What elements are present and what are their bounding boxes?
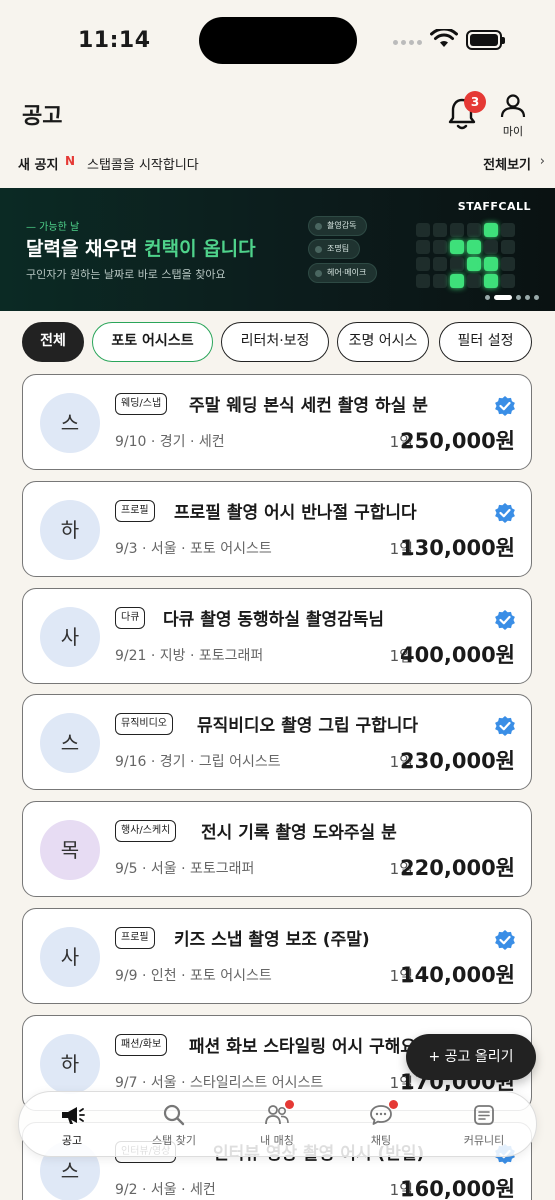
filter-all[interactable]: 전체 [22, 322, 84, 362]
job-meta: 9/3 · 서울 · 포토 어시스트 [115, 541, 272, 557]
job-card[interactable]: 사 다큐 다큐 촬영 동행하실 촬영감독님 9/21 · 지방 · 포토그래퍼 … [22, 588, 532, 684]
view-all-link[interactable]: 전체보기 [483, 154, 531, 173]
category-tag: 패션/화보 [115, 1034, 168, 1056]
avatar: 스 [40, 713, 100, 773]
tab-label: 채팅 [370, 1134, 392, 1147]
verified-icon [495, 930, 515, 950]
job-title: 다큐 촬영 동행하실 촬영감독님 [163, 610, 385, 630]
job-title: 키즈 스냅 촬영 보조 (주말) [174, 930, 370, 950]
banner-headline: 달력을 채우면 컨택이 옵니다 [26, 238, 256, 260]
pay-amount: 400,000원 [400, 643, 515, 667]
my-page-button[interactable]: 마이 [496, 94, 530, 139]
post-job-button[interactable]: + 공고 올리기 [406, 1034, 536, 1080]
job-title: 프로필 촬영 어시 반나절 구합니다 [174, 503, 417, 523]
avatar: 목 [40, 820, 100, 880]
banner-tag: — 가능한 날 [26, 222, 80, 233]
category-tag: 웨딩/스냅 [115, 393, 168, 415]
avatar: 하 [40, 500, 100, 560]
new-dot [285, 1100, 294, 1109]
banner-subtitle: 구인자가 원하는 날짜로 바로 스탭을 찾아요 [26, 268, 226, 281]
verified-icon [495, 610, 515, 630]
avatar: 사 [40, 607, 100, 667]
search-icon [163, 1104, 185, 1126]
banner-chip: 촬영감독 [308, 216, 368, 236]
verified-icon [495, 716, 515, 736]
tab-chat[interactable]: 채팅 [331, 1100, 431, 1148]
avatar: 사 [40, 927, 100, 987]
verified-icon [495, 503, 515, 523]
brand-logo: STAFFCALL [457, 200, 531, 213]
calendar-grid-icon [416, 223, 536, 303]
banner-pager[interactable] [485, 295, 539, 300]
pay-amount: 250,000원 [400, 429, 515, 453]
banner-chip: 조명팀 [308, 239, 361, 259]
verified-icon [495, 396, 515, 416]
avatar: 하 [40, 1034, 100, 1094]
job-card[interactable]: 스 웨딩/스냅 주말 웨딩 본식 세컨 촬영 하실 분 9/10 · 경기 · … [22, 374, 532, 470]
category-tag: 뮤직비디오 [115, 713, 173, 735]
chevron-right-icon: › [539, 154, 545, 169]
job-meta: 9/9 · 인천 · 포토 어시스트 [115, 968, 272, 984]
job-meta: 9/5 · 서울 · 포토그래퍼 [115, 861, 255, 877]
category-tag: 다큐 [115, 607, 146, 629]
status-bar: 11:14 [0, 0, 555, 82]
signal-icon [393, 40, 422, 45]
app-header: 공고 3 마이 [0, 82, 555, 146]
job-meta: 9/10 · 경기 · 세컨 [115, 434, 225, 450]
job-card[interactable]: 목 행사/스케치 전시 기록 촬영 도와주실 분 9/5 · 서울 · 포토그래… [22, 801, 532, 897]
job-card[interactable]: 스 뮤직비디오 뮤직비디오 촬영 그립 구합니다 9/16 · 경기 · 그립 … [22, 694, 532, 790]
category-tag: 프로필 [115, 500, 155, 522]
page-title: 공고 [22, 104, 63, 129]
notice-label: 새 공지 [18, 158, 59, 173]
board-icon [474, 1105, 494, 1125]
person-icon [500, 94, 526, 118]
dynamic-island [199, 17, 357, 64]
notice-bar[interactable]: 새 공지 N 스탭콜을 시작합니다 전체보기 › [0, 146, 555, 182]
pay-amount: 160,000원 [400, 1177, 515, 1200]
job-meta: 9/16 · 경기 · 그립 어시스트 [115, 754, 281, 770]
my-label: 마이 [502, 125, 524, 138]
filter-pills: 전체 포토 어시스트 리터처·보정 조명 어시스 필터 설정 [0, 322, 555, 364]
tab-label: 스탭 찾기 [152, 1134, 196, 1147]
filter-settings-button[interactable]: 필터 설정 [439, 322, 532, 362]
job-card[interactable]: 하 프로필 프로필 촬영 어시 반나절 구합니다 9/3 · 서울 · 포토 어… [22, 481, 532, 577]
job-meta: 9/7 · 서울 · 스타일리스트 어시스트 [115, 1075, 324, 1091]
megaphone-icon [62, 1107, 85, 1124]
tab-my-matching[interactable]: 내 매칭 [227, 1100, 327, 1148]
job-title: 패션 화보 스타일링 어시 구해요 [189, 1037, 416, 1057]
notification-badge: 3 [464, 91, 486, 113]
job-card[interactable]: 사 프로필 키즈 스냅 촬영 보조 (주말) 9/9 · 인천 · 포토 어시스… [22, 908, 532, 1004]
job-meta: 9/2 · 서울 · 세컨 [115, 1182, 216, 1198]
filter-lighting-assist[interactable]: 조명 어시스 [337, 322, 429, 362]
tab-find-staff[interactable]: 스탭 찾기 [124, 1102, 224, 1148]
job-title: 주말 웨딩 본식 세컨 촬영 하실 분 [189, 396, 428, 416]
notice-text: 스탭콜을 시작합니다 [87, 158, 199, 173]
job-title: 전시 기록 촬영 도와주실 분 [201, 823, 397, 843]
banner-chip: 헤어·메이크 [308, 263, 378, 283]
category-tag: 행사/스케치 [115, 820, 177, 842]
new-dot [389, 1100, 398, 1109]
filter-photo-assist[interactable]: 포토 어시스트 [92, 322, 213, 362]
tab-label: 내 매칭 [260, 1134, 294, 1147]
pay-amount: 140,000원 [400, 963, 515, 987]
pay-amount: 230,000원 [400, 749, 515, 773]
job-title: 뮤직비디오 촬영 그립 구합니다 [197, 716, 419, 736]
pay-amount: 220,000원 [400, 856, 515, 880]
battery-icon [466, 30, 505, 50]
filter-retouch[interactable]: 리터처·보정 [221, 322, 329, 362]
tab-jobs[interactable]: 공고 [22, 1102, 122, 1148]
avatar: 스 [40, 393, 100, 453]
job-meta: 9/21 · 지방 · 포토그래퍼 [115, 648, 264, 664]
bottom-nav: 공고 스탭 찾기 내 매칭 채팅 커뮤니티 [18, 1091, 537, 1157]
promo-banner[interactable]: — 가능한 날 달력을 채우면 컨택이 옵니다 구인자가 원하는 날짜로 바로 … [0, 188, 555, 311]
tab-label: 공고 [61, 1134, 83, 1147]
tab-label: 커뮤니티 [463, 1134, 505, 1147]
new-mark: N [65, 154, 76, 168]
category-tag: 프로필 [115, 927, 155, 949]
tab-community[interactable]: 커뮤니티 [434, 1102, 534, 1148]
wifi-icon [430, 29, 458, 47]
pay-amount: 130,000원 [400, 536, 515, 560]
status-time: 11:14 [78, 28, 151, 53]
